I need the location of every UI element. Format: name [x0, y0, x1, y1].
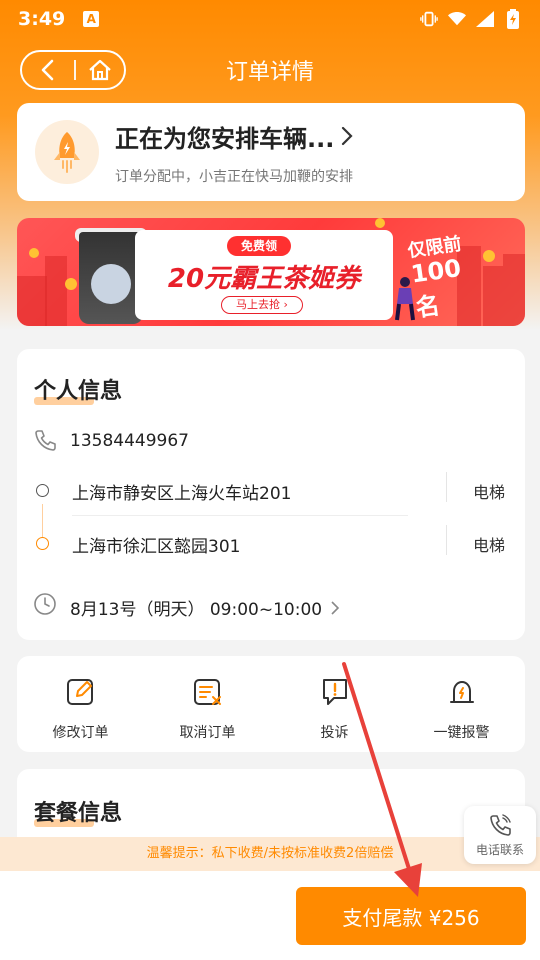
origin-dot-icon: [36, 484, 49, 497]
notification-a-icon: A: [83, 11, 100, 27]
complaint-label: 投诉: [320, 725, 349, 741]
tips-bar: 温馨提示：私下收费/未按标准收费2倍赔偿: [0, 837, 540, 871]
grab-button-label: 马上去抢: [236, 298, 280, 311]
complaint-button[interactable]: 投诉: [280, 674, 390, 742]
personal-info-card: 个人信息 13584449967 上海市静安区上海火车站201 电梯 上海市徐汇…: [17, 349, 525, 640]
phone-icon: [35, 430, 56, 451]
address-separator: [72, 515, 408, 516]
city-building: [483, 266, 503, 326]
move-time: 8月13号（明天） 09:00~10:00: [70, 600, 323, 620]
city-building: [503, 254, 525, 326]
to-address: 上海市徐汇区懿园301: [72, 537, 241, 557]
city-building: [17, 276, 47, 326]
pay-balance-button[interactable]: 支付尾款 ¥256: [296, 887, 526, 945]
rocket-icon: [54, 132, 80, 173]
to-elevator-tag: 电梯: [473, 536, 506, 555]
cancel-order-label: 取消订单: [179, 725, 236, 741]
coupon-card: 免费领 20元霸王茶姬券 马上去抢 ›: [135, 230, 393, 320]
status-time: 3:49: [18, 8, 66, 30]
from-address-row[interactable]: 上海市静安区上海火车站201 电梯: [17, 472, 525, 506]
chevron-right-icon: [331, 600, 340, 615]
phone-contact-button[interactable]: 电话联系: [464, 806, 536, 864]
from-elevator-tag: 电梯: [473, 483, 506, 502]
rocket-icon-wrap: [35, 120, 99, 184]
battery-icon: [504, 9, 522, 29]
wifi-icon: [448, 10, 466, 28]
coin-icon: [375, 218, 385, 228]
order-status-text: 正在为您安排车辆... 订单分配中，小吉正在快马加鞭的安排: [115, 119, 354, 186]
order-status-title: 正在为您安排车辆...: [115, 124, 335, 153]
nav-bar: 订单详情: [0, 48, 540, 92]
order-status-subtitle: 订单分配中，小吉正在快马加鞭的安排: [115, 168, 353, 185]
time-row[interactable]: 8月13号（明天） 09:00~10:00: [17, 592, 525, 620]
divider: [446, 525, 447, 555]
complaint-icon: [317, 674, 353, 710]
cancel-order-button[interactable]: 取消订单: [153, 674, 263, 742]
to-address-row[interactable]: 上海市徐汇区懿园301 电梯: [17, 525, 525, 559]
limit-big-text: 100名: [409, 253, 463, 323]
order-status-card[interactable]: 正在为您安排车辆... 订单分配中，小吉正在快马加鞭的安排: [17, 103, 525, 201]
phone-call-icon: [490, 813, 511, 836]
actions-card: 修改订单 取消订单 投诉 一键报警: [17, 656, 525, 752]
personal-info-title: 个人信息: [34, 379, 123, 405]
grab-button[interactable]: 马上去抢 ›: [221, 296, 303, 314]
order-status-title-row: 正在为您安排车辆...: [115, 119, 354, 154]
status-icons: [420, 9, 522, 29]
edit-icon: [63, 674, 99, 710]
vibrate-icon: [420, 10, 438, 28]
signal-icon: [476, 10, 494, 28]
alarm-label: 一键报警: [433, 725, 490, 741]
divider: [446, 472, 447, 502]
edit-order-button[interactable]: 修改订单: [26, 674, 136, 742]
time-text-row: 8月13号（明天） 09:00~10:00: [70, 595, 340, 620]
promo-banner[interactable]: 免费领 20元霸王茶姬券 马上去抢 › 仅限前 100名: [17, 218, 525, 326]
coupon-title: 20元霸王茶姬券: [167, 264, 361, 294]
action-list: 修改订单 取消订单 投诉 一键报警: [17, 656, 525, 742]
alarm-icon: [444, 674, 480, 710]
package-info-title: 套餐信息: [34, 801, 123, 827]
coin-icon: [483, 250, 495, 262]
alarm-button[interactable]: 一键报警: [407, 674, 517, 742]
from-address: 上海市静安区上海火车站201: [72, 484, 292, 504]
chevron-right-icon: [342, 126, 353, 146]
phone-row[interactable]: 13584449967: [17, 429, 525, 453]
coin-icon: [29, 248, 39, 258]
coupon-tag: 免费领: [227, 236, 292, 256]
phone-contact-label: 电话联系: [475, 842, 524, 857]
cup-logo: [91, 264, 131, 304]
phone-number: 13584449967: [70, 431, 189, 451]
clock-icon: [34, 593, 56, 615]
limit-badge: 仅限前 100名: [406, 227, 482, 323]
destination-dot-icon: [36, 537, 49, 550]
page-title: 订单详情: [225, 60, 314, 85]
coin-icon: [65, 278, 77, 290]
city-building: [45, 256, 67, 326]
edit-order-label: 修改订单: [52, 725, 109, 741]
status-bar: 3:49 A: [0, 0, 540, 38]
cancel-order-icon: [190, 674, 226, 710]
